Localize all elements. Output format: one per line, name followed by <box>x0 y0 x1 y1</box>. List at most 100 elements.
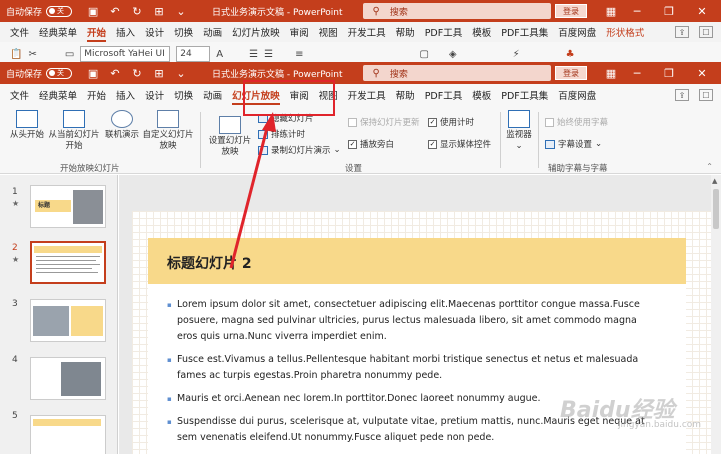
slide-thumbnail-1[interactable]: 标题 <box>30 185 106 228</box>
customize-qat-icon[interactable]: ⌄ <box>174 4 188 18</box>
font-name-box[interactable]: Microsoft YaHei UI <box>80 46 171 62</box>
autosave-toggle[interactable]: 自动保存 关 <box>6 5 73 18</box>
scroll-up-icon[interactable]: ▲ <box>712 177 717 185</box>
tab-design[interactable]: 设计 <box>145 88 164 102</box>
setup-show-button[interactable]: 设置幻灯片放映 <box>206 116 254 158</box>
minimize-icon[interactable]: ─ <box>628 62 646 84</box>
login-button[interactable]: 登录 <box>555 66 587 80</box>
ribbon-display-icon[interactable]: ▦ <box>602 0 620 22</box>
numbering-icon[interactable]: ☰ <box>264 49 273 60</box>
autosave-toggle[interactable]: 自动保存 关 <box>6 67 73 80</box>
undo-icon[interactable]: ↶ <box>108 66 122 80</box>
share-icon[interactable]: ⇪ <box>675 26 689 38</box>
tab-file[interactable]: 文件 <box>10 88 29 102</box>
slide-thumbnail-5[interactable] <box>30 415 106 454</box>
save-icon[interactable]: ▣ <box>86 4 100 18</box>
shapes-icon[interactable]: ▢ <box>419 49 428 60</box>
use-timings-checkbox[interactable]: ✓ 使用计时 <box>428 116 474 128</box>
slide-thumbnail-3[interactable] <box>30 299 106 342</box>
tab-review[interactable]: 审阅 <box>290 25 309 39</box>
tab-baidu-netdisk[interactable]: 百度网盘 <box>558 88 596 102</box>
tab-developer[interactable]: 开发工具 <box>348 88 386 102</box>
close-icon[interactable]: ✕ <box>693 0 711 22</box>
show-media-controls-checkbox[interactable]: ✓ 显示媒体控件 <box>428 138 491 150</box>
tab-transitions[interactable]: 切换 <box>174 88 193 102</box>
search-box[interactable]: ⚲ 搜索 <box>362 3 551 19</box>
login-button[interactable]: 登录 <box>555 4 587 18</box>
rehearse-timings-button[interactable]: 排练计时 <box>258 128 305 140</box>
slide-body[interactable]: Lorem ipsum dolor sit amet, consectetuer… <box>167 297 653 453</box>
cut-icon[interactable]: ✂ <box>28 49 36 60</box>
present-icon[interactable]: ⊞ <box>152 4 166 18</box>
redo-icon[interactable]: ↻ <box>130 4 144 18</box>
line-spacing-icon[interactable]: ≡ <box>295 49 303 60</box>
toggle-switch[interactable]: 关 <box>46 67 73 79</box>
record-slideshow-button[interactable]: 录制幻灯片演示 ⌄ <box>258 144 341 156</box>
paste-icon[interactable]: 📋 <box>10 49 22 60</box>
tab-home[interactable]: 开始 <box>87 25 107 42</box>
tab-shape-format[interactable]: 形状格式 <box>606 25 644 39</box>
tab-pdf-tools[interactable]: PDF工具 <box>425 88 463 102</box>
present-online-button[interactable]: 联机演示 <box>104 110 140 141</box>
collapse-ribbon-icon[interactable]: ⌃ <box>706 162 713 171</box>
tab-animations[interactable]: 动画 <box>203 25 222 39</box>
minimize-icon[interactable]: ─ <box>628 0 646 22</box>
slide-thumbnail-2[interactable] <box>30 241 106 284</box>
tab-templates[interactable]: 模板 <box>472 25 491 39</box>
ribbon-display-icon[interactable]: ▦ <box>602 62 620 84</box>
fill-icon[interactable]: ◈ <box>449 49 457 60</box>
tab-home[interactable]: 开始 <box>87 88 106 102</box>
present-icon[interactable]: ⊞ <box>152 66 166 80</box>
tab-insert[interactable]: 插入 <box>116 25 135 39</box>
tab-pdf-toolset[interactable]: PDF工具集 <box>501 25 548 39</box>
scrollbar-thumb[interactable] <box>713 189 719 229</box>
subtitle-settings-button[interactable]: 字幕设置 ⌄ <box>545 138 602 150</box>
slide-title[interactable]: 标题幻灯片 2 <box>167 253 252 273</box>
font-size-box[interactable]: 24 <box>176 46 211 62</box>
tab-design[interactable]: 设计 <box>145 25 164 39</box>
from-beginning-button[interactable]: 从头开始 <box>8 110 46 141</box>
toggle-switch[interactable]: 关 <box>46 5 73 17</box>
redo-icon[interactable]: ↻ <box>130 66 144 80</box>
tab-animations[interactable]: 动画 <box>203 88 222 102</box>
custom-show-button[interactable]: 自定义幻灯片放映 <box>142 110 194 152</box>
monitor-button[interactable]: 监视器 ⌄ <box>504 110 534 152</box>
present-online-label: 联机演示 <box>104 130 139 140</box>
comments-icon[interactable]: ☐ <box>699 26 713 38</box>
slide-thumbnail-4[interactable] <box>30 357 106 400</box>
tab-insert[interactable]: 插入 <box>116 88 135 102</box>
search-box[interactable]: ⚲ 搜索 <box>362 65 551 81</box>
checkbox-checked-icon: ✓ <box>348 139 357 149</box>
tab-pdf-tools[interactable]: PDF工具 <box>425 25 463 39</box>
addin-icon[interactable]: ♣ <box>566 49 575 60</box>
tab-baidu-netdisk[interactable]: 百度网盘 <box>558 25 596 39</box>
customize-qat-icon[interactable]: ⌄ <box>174 66 188 80</box>
tab-templates[interactable]: 模板 <box>472 88 491 102</box>
grow-font-icon[interactable]: A <box>216 49 223 60</box>
tab-pdf-toolset[interactable]: PDF工具集 <box>501 88 548 102</box>
tab-help[interactable]: 帮助 <box>396 25 415 39</box>
select-icon[interactable]: ⚡ <box>513 49 520 60</box>
save-icon[interactable]: ▣ <box>86 66 100 80</box>
tab-view[interactable]: 视图 <box>319 25 338 39</box>
comments-icon[interactable]: ☐ <box>699 89 713 101</box>
rehearse-icon <box>258 129 268 139</box>
restore-icon[interactable]: ❐ <box>660 62 678 84</box>
tab-transitions[interactable]: 切换 <box>174 25 193 39</box>
vertical-scrollbar[interactable]: ▲ <box>711 175 721 454</box>
tab-file[interactable]: 文件 <box>10 25 29 39</box>
tab-classic-menu[interactable]: 经典菜单 <box>39 25 77 39</box>
tab-classic-menu[interactable]: 经典菜单 <box>39 88 77 102</box>
restore-icon[interactable]: ❐ <box>660 0 678 22</box>
share-icon[interactable]: ⇪ <box>675 89 689 101</box>
bullets-icon[interactable]: ☰ <box>249 49 258 60</box>
play-narration-checkbox[interactable]: ✓ 播放旁白 <box>348 138 394 150</box>
tab-help[interactable]: 帮助 <box>396 88 415 102</box>
undo-icon[interactable]: ↶ <box>108 4 122 18</box>
always-subtitles-checkbox[interactable]: 始终使用字幕 <box>545 116 608 128</box>
from-current-slide-button[interactable]: 从当前幻灯片开始 <box>48 110 100 152</box>
close-icon[interactable]: ✕ <box>693 62 711 84</box>
layout-icon[interactable]: ▭ <box>65 49 74 60</box>
tab-developer[interactable]: 开发工具 <box>348 25 386 39</box>
tab-slideshow[interactable]: 幻灯片放映 <box>232 25 280 39</box>
